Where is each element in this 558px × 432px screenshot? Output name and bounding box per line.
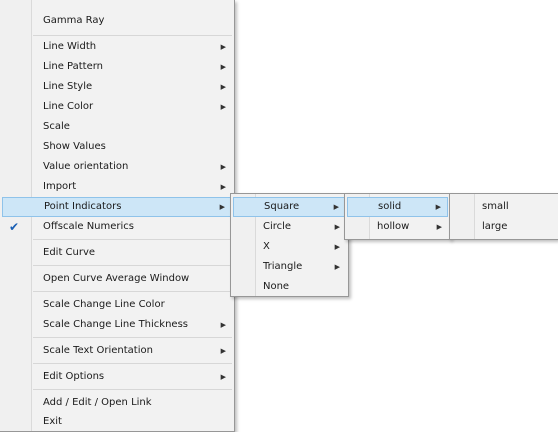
chevron-right-icon: ▶ xyxy=(334,223,340,231)
submenu-item-triangle[interactable]: Triangle ▶ xyxy=(233,257,346,277)
chevron-right-icon: ▶ xyxy=(220,43,226,51)
menu-item-scale[interactable]: Scale xyxy=(2,117,232,137)
menu-separator xyxy=(33,363,232,364)
chevron-right-icon: ▶ xyxy=(220,347,226,355)
submenu-item-square[interactable]: Square ▶ xyxy=(233,197,346,217)
chevron-right-icon: ▶ xyxy=(436,223,442,231)
menu-item-label: Import xyxy=(43,181,77,192)
chevron-right-icon: ▶ xyxy=(220,163,226,171)
menu-separator xyxy=(33,291,232,292)
menu-item-label: Edit Curve xyxy=(43,247,96,258)
menu-item-scale-change-line-thickness[interactable]: Scale Change Line Thickness ▶ xyxy=(2,315,232,335)
menu-item-label: None xyxy=(263,281,290,292)
menu-item-label: Value orientation xyxy=(43,161,129,172)
menu-item-label: large xyxy=(482,221,508,232)
menu-item-scale-change-line-color[interactable]: Scale Change Line Color xyxy=(2,295,232,315)
menu-item-label: Square xyxy=(264,201,300,212)
chevron-right-icon: ▶ xyxy=(220,373,226,381)
checkmark-icon: ✔ xyxy=(9,220,20,234)
menu-item-label: Exit xyxy=(43,416,62,427)
chevron-right-icon: ▶ xyxy=(220,321,226,329)
menu-item-label: Triangle xyxy=(263,261,303,272)
menu-separator xyxy=(33,35,232,36)
context-menu: Gamma Ray Line Width ▶ Line Pattern ▶ Li… xyxy=(0,0,235,432)
menu-item-gamma-ray[interactable]: Gamma Ray xyxy=(2,11,232,31)
menu-item-label: small xyxy=(482,201,509,212)
menu-item-label: X xyxy=(263,241,270,252)
menu-item-import[interactable]: Import ▶ xyxy=(2,177,232,197)
menu-item-point-indicators[interactable]: Point Indicators ▶ xyxy=(2,197,232,217)
menu-item-exit[interactable]: Exit xyxy=(2,412,232,432)
menu-separator xyxy=(33,265,232,266)
menu-item-label: Line Style xyxy=(43,81,93,92)
menu-item-label: Gamma Ray xyxy=(43,15,105,26)
menu-separator xyxy=(33,239,232,240)
chevron-right-icon: ▶ xyxy=(220,63,226,71)
menu-item-scale-text-orientation[interactable]: Scale Text Orientation ▶ xyxy=(2,341,232,361)
menu-item-value-orientation[interactable]: Value orientation ▶ xyxy=(2,157,232,177)
chevron-right-icon: ▶ xyxy=(435,203,441,211)
menu-item-label: Line Width xyxy=(43,41,97,52)
menu-item-label: solid xyxy=(378,201,402,212)
submenu-item-solid[interactable]: solid ▶ xyxy=(347,197,448,217)
chevron-right-icon: ▶ xyxy=(220,83,226,91)
chevron-right-icon: ▶ xyxy=(220,103,226,111)
menu-item-label: Scale Text Orientation xyxy=(43,345,153,356)
chevron-right-icon: ▶ xyxy=(334,243,340,251)
menu-separator xyxy=(33,389,232,390)
menu-item-line-style[interactable]: Line Style ▶ xyxy=(2,77,232,97)
menu-item-label: Open Curve Average Window xyxy=(43,273,190,284)
menu-item-edit-options[interactable]: Edit Options ▶ xyxy=(2,367,232,387)
submenu-item-circle[interactable]: Circle ▶ xyxy=(233,217,346,237)
menu-item-offscale-numerics[interactable]: ✔ Offscale Numerics xyxy=(2,217,232,237)
menu-item-edit-curve[interactable]: Edit Curve xyxy=(2,243,232,263)
square-submenu: solid ▶ hollow ▶ xyxy=(344,193,451,240)
menu-item-label: Add / Edit / Open Link xyxy=(43,397,152,408)
menu-separator xyxy=(33,337,232,338)
chevron-right-icon: ▶ xyxy=(220,183,226,191)
submenu-item-x[interactable]: X ▶ xyxy=(233,237,346,257)
menu-item-label: Circle xyxy=(263,221,292,232)
menu-item-label: Show Values xyxy=(43,141,106,152)
solid-submenu: small large xyxy=(449,193,558,240)
menu-item-line-pattern[interactable]: Line Pattern ▶ xyxy=(2,57,232,77)
submenu-item-hollow[interactable]: hollow ▶ xyxy=(347,217,448,237)
submenu-item-none[interactable]: None xyxy=(233,277,346,297)
menu-item-show-values[interactable]: Show Values xyxy=(2,137,232,157)
menu-item-add-edit-open-link[interactable]: Add / Edit / Open Link xyxy=(2,393,232,413)
menu-item-label: Line Color xyxy=(43,101,94,112)
menu-item-open-curve-average-window[interactable]: Open Curve Average Window xyxy=(2,269,232,289)
submenu-item-small[interactable]: small xyxy=(452,197,556,217)
menu-item-label: Edit Options xyxy=(43,371,105,382)
menu-item-line-width[interactable]: Line Width ▶ xyxy=(2,37,232,57)
menu-item-label: Scale xyxy=(43,121,70,132)
menu-item-label: Scale Change Line Thickness xyxy=(43,319,188,330)
menu-item-label: Line Pattern xyxy=(43,61,103,72)
chevron-right-icon: ▶ xyxy=(333,203,339,211)
chevron-right-icon: ▶ xyxy=(334,263,340,271)
menu-item-label: hollow xyxy=(377,221,410,232)
point-indicators-submenu: Square ▶ Circle ▶ X ▶ Triangle ▶ None xyxy=(230,193,349,297)
chevron-right-icon: ▶ xyxy=(219,203,225,211)
submenu-item-large[interactable]: large xyxy=(452,217,556,237)
menu-item-line-color[interactable]: Line Color ▶ xyxy=(2,97,232,117)
menu-item-label: Point Indicators xyxy=(44,201,122,212)
menu-item-label: Scale Change Line Color xyxy=(43,299,165,310)
menu-item-label: Offscale Numerics xyxy=(43,221,135,232)
